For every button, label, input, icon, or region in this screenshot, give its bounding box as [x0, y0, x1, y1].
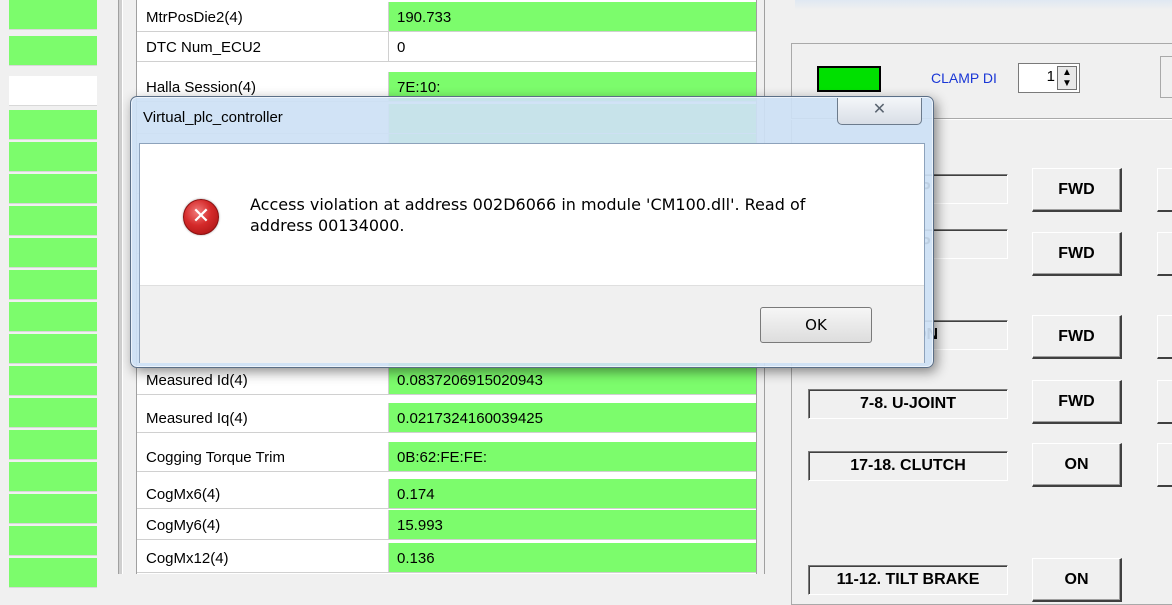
control-label: 17-18. CLUTCH: [808, 451, 1008, 481]
param-value: 0.136: [389, 543, 757, 572]
strip-cell: [9, 238, 97, 268]
left-status-strip: [0, 0, 97, 588]
button-stub[interactable]: [1157, 315, 1172, 359]
param-name: CogMy6(4): [137, 510, 389, 539]
strip-cell: [9, 142, 97, 172]
param-name: DTC Num_ECU2: [137, 32, 389, 61]
fwd-button[interactable]: FWD: [1032, 380, 1122, 424]
table-row[interactable]: MtrPosDie2(4) 190.733: [137, 2, 757, 32]
button-stub[interactable]: [1157, 232, 1172, 276]
strip-cell: [9, 206, 97, 236]
on-button[interactable]: ON: [1032, 443, 1122, 487]
on-button[interactable]: ON: [1032, 558, 1122, 602]
fwd-button[interactable]: FWD: [1032, 168, 1122, 212]
param-name: CogMx6(4): [137, 479, 389, 508]
ok-button[interactable]: OK: [760, 307, 872, 343]
strip-cell: [9, 0, 97, 30]
clamp-di-spinner[interactable]: 1 ▲ ▼: [1018, 63, 1080, 93]
fwd-button[interactable]: FWD: [1032, 315, 1122, 359]
splitter[interactable]: [118, 0, 123, 574]
table-row[interactable]: Measured Id(4) 0.0837206915020943: [137, 365, 757, 395]
param-value: 15.993: [389, 510, 757, 539]
control-label: 7-8. U-JOINT: [808, 389, 1008, 419]
param-value: 190.733: [389, 2, 757, 31]
table-row[interactable]: Cogging Torque Trim 0B:62:FE:FE:: [137, 442, 757, 472]
strip-cell: [9, 558, 97, 588]
error-x-glyph: ✕: [191, 204, 211, 229]
panel-button-stub[interactable]: [1160, 56, 1172, 98]
spinner-arrows[interactable]: ▲ ▼: [1057, 66, 1077, 90]
button-stub[interactable]: [1157, 380, 1172, 424]
strip-cell: [9, 462, 97, 492]
strip-cell: [9, 366, 97, 396]
param-name: Cogging Torque Trim: [137, 442, 389, 471]
clamp-di-value[interactable]: 1: [1047, 68, 1055, 85]
spin-down-icon[interactable]: ▼: [1058, 78, 1076, 89]
param-value: 0.0837206915020943: [389, 365, 757, 394]
fwd-button[interactable]: FWD: [1032, 232, 1122, 276]
error-message: Access violation at address 002D6066 in …: [250, 195, 806, 235]
strip-cell: [9, 36, 97, 66]
param-value: 0.0217324160039425: [389, 403, 757, 432]
strip-cell: [9, 526, 97, 556]
dialog-body: ✕ Access violation at address 002D6066 i…: [139, 143, 925, 363]
error-dialog: Virtual_plc_controller ✕ ✕ Access violat…: [130, 96, 934, 368]
strip-cell: [9, 76, 97, 106]
param-value: 0.174: [389, 479, 757, 508]
param-name: Measured Id(4): [137, 365, 389, 394]
clamp-status-led: [817, 66, 881, 92]
dialog-footer: OK: [140, 285, 924, 363]
param-name: CogMx12(4): [137, 543, 389, 572]
strip-cell: [9, 270, 97, 300]
table-row[interactable]: DTC Num_ECU2 0: [137, 32, 757, 62]
table-row[interactable]: CogMx12(4) 0.136: [137, 543, 757, 573]
clamp-di-label: CLAMP DI: [931, 70, 997, 86]
strip-cell: [9, 334, 97, 364]
param-value: 0B:62:FE:FE:: [389, 442, 757, 471]
strip-cell: [9, 174, 97, 204]
strip-cell: [9, 430, 97, 460]
error-icon: ✕: [183, 199, 219, 235]
param-name: MtrPosDie2(4): [137, 2, 389, 31]
param-name: Measured Iq(4): [137, 403, 389, 432]
strip-cell: [9, 398, 97, 428]
button-stub[interactable]: [1157, 168, 1172, 212]
table-row[interactable]: CogMy6(4) 15.993: [137, 510, 757, 540]
button-stub[interactable]: [1157, 443, 1172, 487]
dialog-title: Virtual_plc_controller: [143, 109, 283, 126]
strip-cell: [9, 302, 97, 332]
param-value: 0: [389, 32, 757, 61]
table-row[interactable]: CogMx6(4) 0.174: [137, 479, 757, 509]
panel-header-bar: [795, 0, 1172, 10]
close-icon[interactable]: ✕: [873, 101, 886, 118]
spin-up-icon[interactable]: ▲: [1058, 67, 1076, 78]
control-label: 11-12. TILT BRAKE: [808, 565, 1008, 595]
table-row[interactable]: Measured Iq(4) 0.0217324160039425: [137, 403, 757, 433]
close-button[interactable]: ✕: [837, 98, 922, 125]
strip-cell: [9, 494, 97, 524]
strip-cell: [9, 110, 97, 140]
